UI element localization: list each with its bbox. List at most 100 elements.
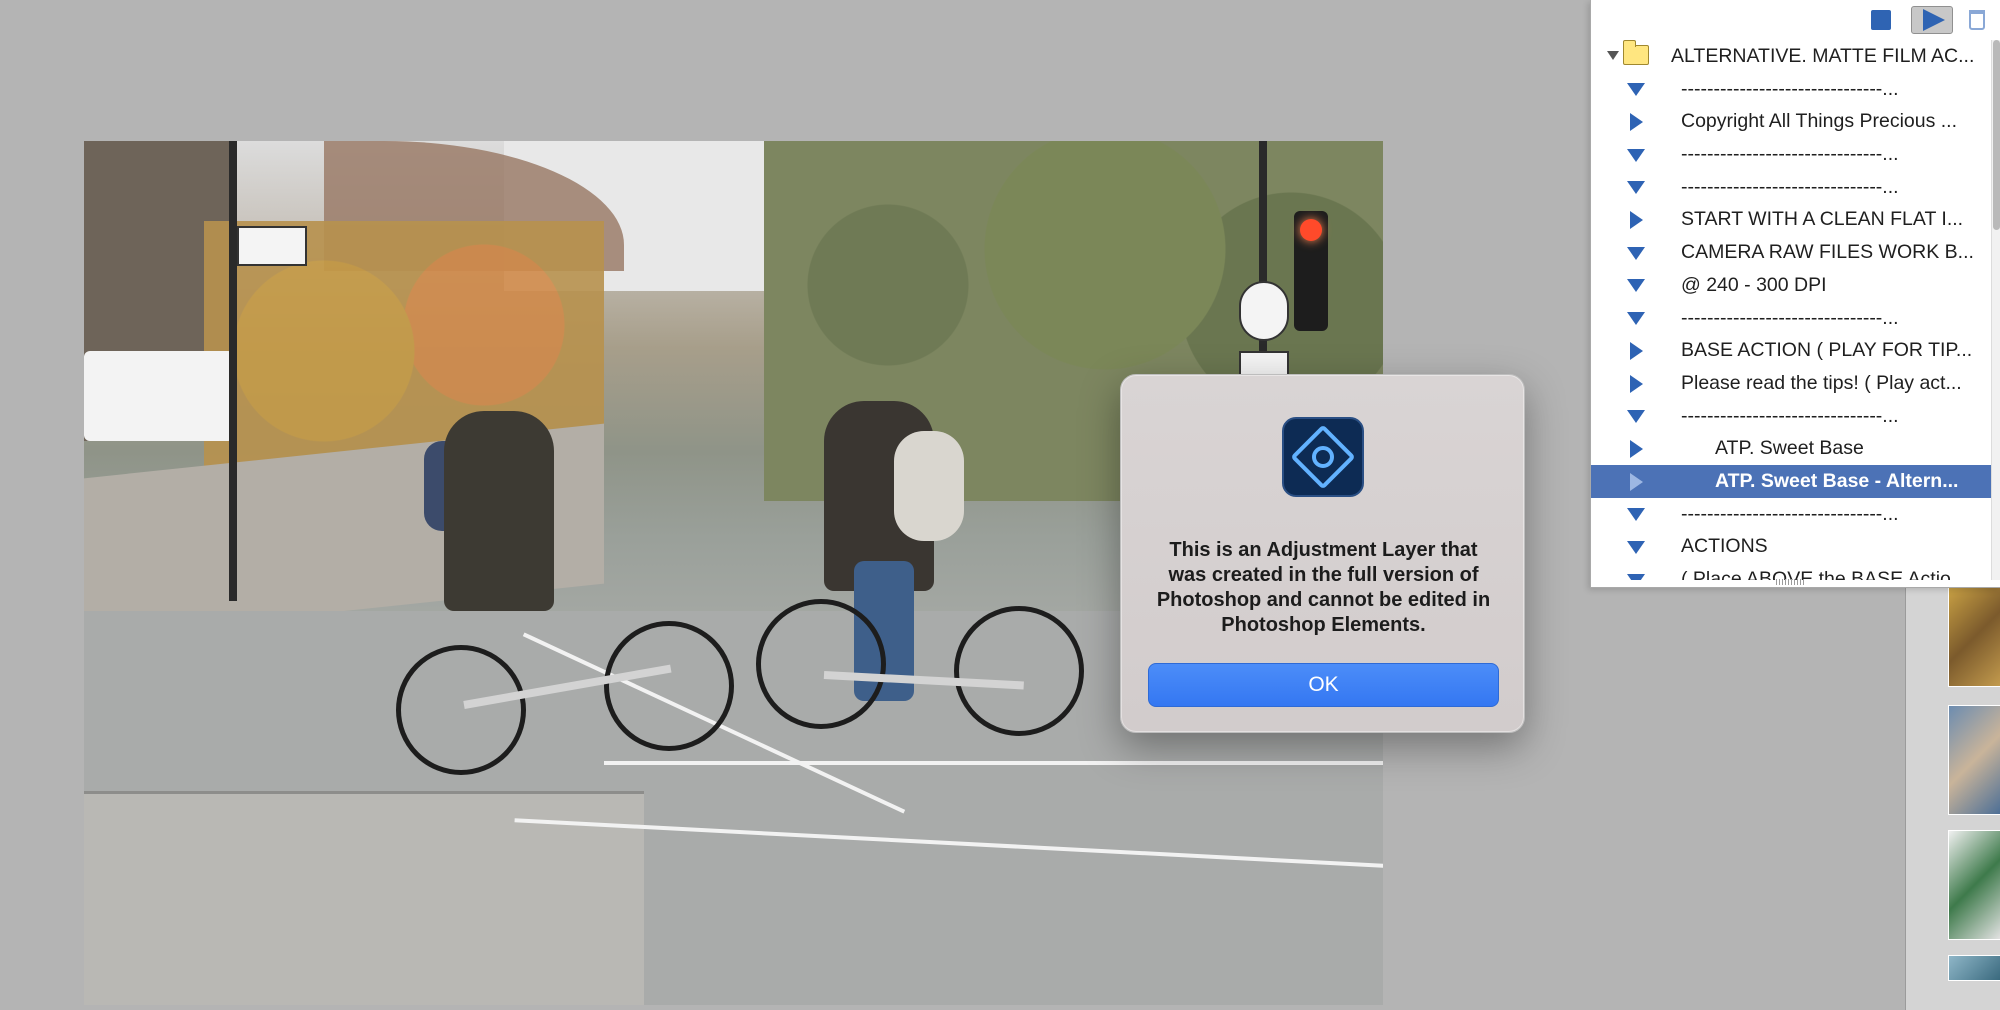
play-button[interactable]	[1911, 6, 1953, 34]
disclosure-right-icon[interactable]	[1627, 374, 1645, 393]
photo-lane-line	[604, 761, 1383, 765]
photo-cyclist-left	[444, 411, 554, 611]
action-row-label: ( Place ABOVE the BASE Actio...	[1681, 568, 1968, 580]
photo-bike-wheel	[756, 599, 886, 729]
action-row[interactable]: CAMERA RAW FILES WORK B...	[1591, 236, 1991, 269]
photo-bike-wheel	[954, 606, 1084, 736]
triangle-right-icon	[1629, 342, 1643, 361]
disclosure-down-icon[interactable]	[1627, 244, 1645, 262]
action-row-label: @ 240 - 300 DPI	[1681, 273, 1827, 296]
triangle-down-icon	[1627, 279, 1645, 293]
play-icon	[1923, 9, 1945, 31]
action-row-label: START WITH A CLEAN FLAT I...	[1681, 208, 1964, 231]
photo-street-sign	[237, 226, 307, 266]
triangle-down-icon	[1627, 246, 1645, 260]
triangle-down-icon	[1627, 148, 1645, 162]
disclosure-down-icon[interactable]	[1627, 538, 1645, 556]
action-row[interactable]: START WITH A CLEAN FLAT I...	[1591, 203, 1991, 236]
folder-label: ALTERNATIVE. MATTE FILM AC...	[1671, 45, 1975, 67]
triangle-down-icon	[1627, 573, 1645, 580]
disclosure-down-icon[interactable]	[1627, 571, 1645, 580]
action-row-label: -------------------------------...	[1681, 306, 1899, 329]
disclosure-down-icon[interactable]	[1627, 310, 1645, 328]
thumbnail[interactable]	[1948, 705, 2000, 815]
disclosure-down-icon[interactable]	[1627, 146, 1645, 164]
actions-scrollbar[interactable]	[1991, 40, 2000, 580]
disclosure-down-icon[interactable]	[1607, 51, 1619, 60]
triangle-right-icon	[1629, 440, 1643, 459]
action-row[interactable]: Copyright All Things Precious ...	[1591, 105, 1991, 138]
photo-bike-wheel	[396, 645, 526, 775]
trash-icon	[1969, 10, 1985, 30]
action-row-label: ATP. Sweet Base - Altern...	[1715, 469, 1959, 492]
photoshop-elements-icon	[1282, 417, 1364, 497]
action-row[interactable]: ATP. Sweet Base	[1591, 432, 1991, 465]
ok-button[interactable]: OK	[1148, 663, 1499, 707]
aperture-shape	[1312, 446, 1334, 468]
action-row-label: -------------------------------...	[1681, 143, 1899, 166]
action-row-label: BASE ACTION ( PLAY FOR TIP...	[1681, 339, 1973, 362]
alert-dialog: This is an Adjustment Layer that was cre…	[1120, 374, 1525, 733]
action-row[interactable]: -------------------------------...	[1591, 498, 1991, 531]
action-row-label: Please read the tips! ( Play act...	[1681, 371, 1962, 394]
photo-bin-strip	[1905, 575, 2000, 1010]
disclosure-right-icon[interactable]	[1627, 211, 1645, 230]
photo-bag	[894, 431, 964, 541]
stop-icon	[1871, 10, 1891, 30]
action-row[interactable]: -------------------------------...	[1591, 400, 1991, 433]
action-folder[interactable]: ALTERNATIVE. MATTE FILM AC...	[1591, 40, 1991, 73]
disclosure-right-icon[interactable]	[1627, 342, 1645, 361]
diamond-shape	[1290, 424, 1356, 490]
action-row-label: CAMERA RAW FILES WORK B...	[1681, 241, 1974, 264]
disclosure-down-icon[interactable]	[1627, 81, 1645, 99]
triangle-right-icon	[1629, 374, 1643, 393]
action-row[interactable]: -------------------------------...	[1591, 302, 1991, 335]
action-row[interactable]: Please read the tips! ( Play act...	[1591, 367, 1991, 400]
triangle-down-icon	[1627, 410, 1645, 424]
actions-toolbar	[1591, 0, 2000, 40]
disclosure-right-icon[interactable]	[1627, 113, 1645, 132]
photo-traffic-sign	[1239, 281, 1289, 341]
stop-button[interactable]	[1867, 6, 1895, 34]
triangle-down-icon	[1627, 83, 1645, 97]
delete-button[interactable]	[1963, 6, 1991, 34]
action-row-label: -------------------------------...	[1681, 77, 1899, 100]
action-row-label: Copyright All Things Precious ...	[1681, 110, 1958, 133]
triangle-down-icon	[1627, 312, 1645, 325]
triangle-down-icon	[1627, 181, 1645, 195]
disclosure-right-icon[interactable]	[1627, 440, 1645, 459]
panel-resize-grip[interactable]	[1776, 579, 1806, 585]
action-row[interactable]: -------------------------------...	[1591, 171, 1991, 204]
disclosure-down-icon[interactable]	[1627, 506, 1645, 524]
photo-truck	[84, 351, 234, 441]
action-row[interactable]: -------------------------------...	[1591, 138, 1991, 171]
disclosure-right-icon[interactable]	[1627, 472, 1645, 491]
action-row-label: -------------------------------...	[1681, 404, 1899, 427]
photo-lamp-post	[229, 141, 237, 601]
action-row[interactable]: BASE ACTION ( PLAY FOR TIP...	[1591, 334, 1991, 367]
action-row[interactable]: -------------------------------...	[1591, 73, 1991, 106]
scroll-thumb[interactable]	[1993, 40, 2000, 230]
action-row[interactable]: ( Place ABOVE the BASE Actio...	[1591, 563, 1991, 580]
folder-icon	[1623, 40, 1649, 65]
action-row[interactable]: ACTIONS	[1591, 530, 1991, 563]
dialog-message: This is an Adjustment Layer that was cre…	[1156, 539, 1491, 636]
action-row-label: -------------------------------...	[1681, 502, 1899, 525]
disclosure-down-icon[interactable]	[1627, 179, 1645, 197]
action-list[interactable]: ALTERNATIVE. MATTE FILM AC... ----------…	[1591, 40, 1991, 580]
action-row-label: ATP. Sweet Base	[1715, 437, 1864, 460]
triangle-down-icon	[1627, 508, 1645, 522]
action-row[interactable]: ATP. Sweet Base - Altern...	[1591, 464, 1991, 498]
triangle-right-icon	[1629, 472, 1643, 491]
thumbnail[interactable]	[1948, 955, 2000, 981]
thumbnail[interactable]	[1948, 830, 2000, 940]
thumbnail[interactable]	[1948, 587, 2000, 687]
triangle-right-icon	[1629, 113, 1643, 132]
disclosure-down-icon[interactable]	[1627, 408, 1645, 426]
photo-traffic-light	[1294, 211, 1328, 331]
disclosure-down-icon[interactable]	[1627, 277, 1645, 295]
photo-bike-wheel	[604, 621, 734, 751]
action-row[interactable]: @ 240 - 300 DPI	[1591, 269, 1991, 302]
actions-panel: ALTERNATIVE. MATTE FILM AC... ----------…	[1590, 0, 2000, 588]
action-row-label: -------------------------------...	[1681, 175, 1899, 198]
